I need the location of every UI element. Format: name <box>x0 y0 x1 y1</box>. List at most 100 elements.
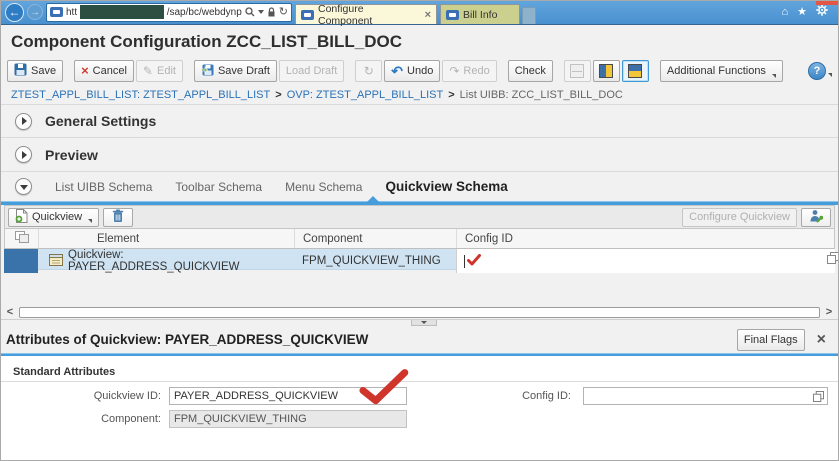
collapse-schemas-button[interactable] <box>15 178 32 195</box>
breadcrumb-link-ovp[interactable]: OVP: ZTEST_APPL_BILL_LIST <box>287 89 444 101</box>
row-component-cell[interactable]: FPM_QUICKVIEW_THING <box>294 249 456 273</box>
load-draft-button: Load Draft <box>278 59 345 82</box>
group-divider <box>1 381 838 382</box>
app-window: ← → htt /sap/bc/webdynp ↻ Configure Comp… <box>0 0 839 461</box>
search-icon[interactable] <box>245 7 255 17</box>
person-wrench-icon <box>809 209 824 226</box>
save-draft-button[interactable]: Save Draft <box>193 59 277 82</box>
delete-button[interactable] <box>103 207 134 227</box>
row-element-cell[interactable]: Quickview: PAYER_ADDRESS_QUICKVIEW <box>38 249 294 273</box>
back-button[interactable]: ← <box>5 2 24 22</box>
group-title: Standard Attributes <box>13 366 116 378</box>
red-check-annotation-icon <box>358 368 413 413</box>
quickview-element-icon <box>49 253 63 269</box>
row-config-id-cell[interactable] <box>456 249 838 273</box>
tab-close-icon[interactable]: × <box>425 9 431 20</box>
close-attributes-icon[interactable]: × <box>813 331 830 348</box>
red-check-icon <box>467 253 481 269</box>
horizontal-split-view-button[interactable] <box>621 59 649 82</box>
row-selector[interactable] <box>4 249 38 273</box>
home-icon[interactable]: ⌂ <box>781 6 788 18</box>
column-header-config-id[interactable]: Config ID <box>457 229 834 248</box>
new-tab-button[interactable] <box>522 7 536 24</box>
tab-label: Bill Info <box>463 8 498 21</box>
vertical-split-view-button[interactable] <box>592 59 620 82</box>
section-title: General Settings <box>45 113 157 129</box>
quickview-table-header: Element Component Config ID <box>4 229 835 249</box>
cancel-x-icon: × <box>81 63 89 78</box>
breadcrumb-separator: > <box>448 88 455 101</box>
tab-toolbar-schema[interactable]: Toolbar Schema <box>175 180 262 194</box>
text-cursor <box>464 254 465 268</box>
component-input <box>169 410 407 428</box>
tab-menu-schema[interactable]: Menu Schema <box>285 180 362 194</box>
additional-functions-label: Additional Functions <box>666 64 766 77</box>
scroll-right-arrow[interactable]: > <box>823 306 835 318</box>
form-view-button <box>563 59 591 82</box>
row-selector-column-header <box>5 229 39 248</box>
expand-preview-button[interactable] <box>15 146 32 163</box>
save-draft-floppy-icon <box>201 63 214 79</box>
address-dropdown-icon[interactable] <box>257 10 264 14</box>
load-draft-label: Load Draft <box>285 64 338 77</box>
expand-general-settings-button[interactable] <box>15 112 32 130</box>
tab-configure-component[interactable]: Configure Component × <box>295 3 437 27</box>
tab-quickview-schema[interactable]: Quickview Schema <box>385 179 507 194</box>
configure-quickview-label: Configure Quickview <box>689 211 790 223</box>
undo-button[interactable]: ↶ Undo <box>384 59 441 82</box>
scrollbar-thumb[interactable] <box>19 306 820 318</box>
breadcrumb-current: List UIBB: ZCC_LIST_BILL_DOC <box>459 88 623 101</box>
url-path: /sap/bc/webdynp <box>166 6 242 18</box>
main-toolbar: Save × Cancel ✎ Edit Save Draft Load Dra… <box>1 56 838 85</box>
scroll-left-arrow[interactable]: < <box>4 306 16 318</box>
active-tab-underline <box>1 196 838 205</box>
component-label: Component: <box>101 413 161 425</box>
add-quickview-label: Quickview <box>32 211 83 223</box>
forward-arrow-icon: → <box>30 6 40 18</box>
sap-favicon-icon <box>50 7 63 17</box>
save-draft-label: Save Draft <box>217 64 270 77</box>
url-prefix: htt <box>66 6 78 18</box>
address-bar[interactable]: htt /sap/bc/webdynp ↻ <box>46 2 292 22</box>
lock-icon <box>267 7 276 17</box>
gear-icon[interactable] <box>816 3 828 21</box>
final-flags-button[interactable]: Final Flags <box>736 328 805 351</box>
horizontal-split-icon <box>628 63 643 78</box>
forward-button[interactable]: → <box>27 4 43 20</box>
tab-bill-info[interactable]: Bill Info <box>440 4 520 24</box>
standard-attributes-form: Standard Attributes Quickview ID: Config… <box>1 356 838 460</box>
sap-favicon-icon <box>301 9 314 20</box>
breadcrumb-link-appl[interactable]: ZTEST_APPL_BILL_LIST: ZTEST_APPL_BILL_LI… <box>11 89 270 101</box>
splitter-collapse-handle[interactable] <box>411 320 437 326</box>
final-flags-label: Final Flags <box>743 333 798 346</box>
favorites-star-icon[interactable]: ★ <box>797 6 807 18</box>
menu-arrow-icon <box>88 218 93 223</box>
user-settings-button[interactable] <box>801 207 831 227</box>
value-help-icon[interactable] <box>813 390 827 402</box>
table-row[interactable]: Quickview: PAYER_ADDRESS_QUICKVIEW FPM_Q… <box>4 249 838 273</box>
column-header-component[interactable]: Component <box>295 229 457 248</box>
attributes-title: Attributes of Quickview: PAYER_ADDRESS_Q… <box>6 332 369 347</box>
column-header-element[interactable]: Element <box>39 229 295 248</box>
breadcrumb: ZTEST_APPL_BILL_LIST: ZTEST_APPL_BILL_LI… <box>1 85 838 104</box>
cancel-button[interactable]: × Cancel <box>74 59 134 82</box>
refresh-icon[interactable]: ↻ <box>279 7 288 18</box>
config-id-label: Config ID: <box>522 390 571 402</box>
check-button[interactable]: Check <box>507 59 553 82</box>
additional-functions-button[interactable]: Additional Functions <box>659 59 783 82</box>
save-button[interactable]: Save <box>7 59 64 82</box>
redo-arrow-icon: ↷ <box>449 63 460 78</box>
value-help-icon[interactable] <box>827 252 838 267</box>
tab-list-uibb-schema[interactable]: List UIBB Schema <box>55 180 152 194</box>
config-id-input[interactable] <box>584 389 813 403</box>
form-view-icon <box>570 63 585 78</box>
window-close-button[interactable] <box>816 1 838 5</box>
help-button[interactable]: ? <box>808 61 826 80</box>
add-quickview-button[interactable]: Quickview <box>8 207 100 227</box>
edit-label: Edit <box>156 64 176 77</box>
page-title: Component Configuration ZCC_LIST_BILL_DO… <box>11 32 402 51</box>
undo-arrow-icon: ↶ <box>391 62 404 79</box>
schema-tab-strip: List UIBB Schema Toolbar Schema Menu Sch… <box>1 172 838 201</box>
undo-label: Undo <box>407 64 434 77</box>
panel-splitter[interactable] <box>1 319 838 326</box>
